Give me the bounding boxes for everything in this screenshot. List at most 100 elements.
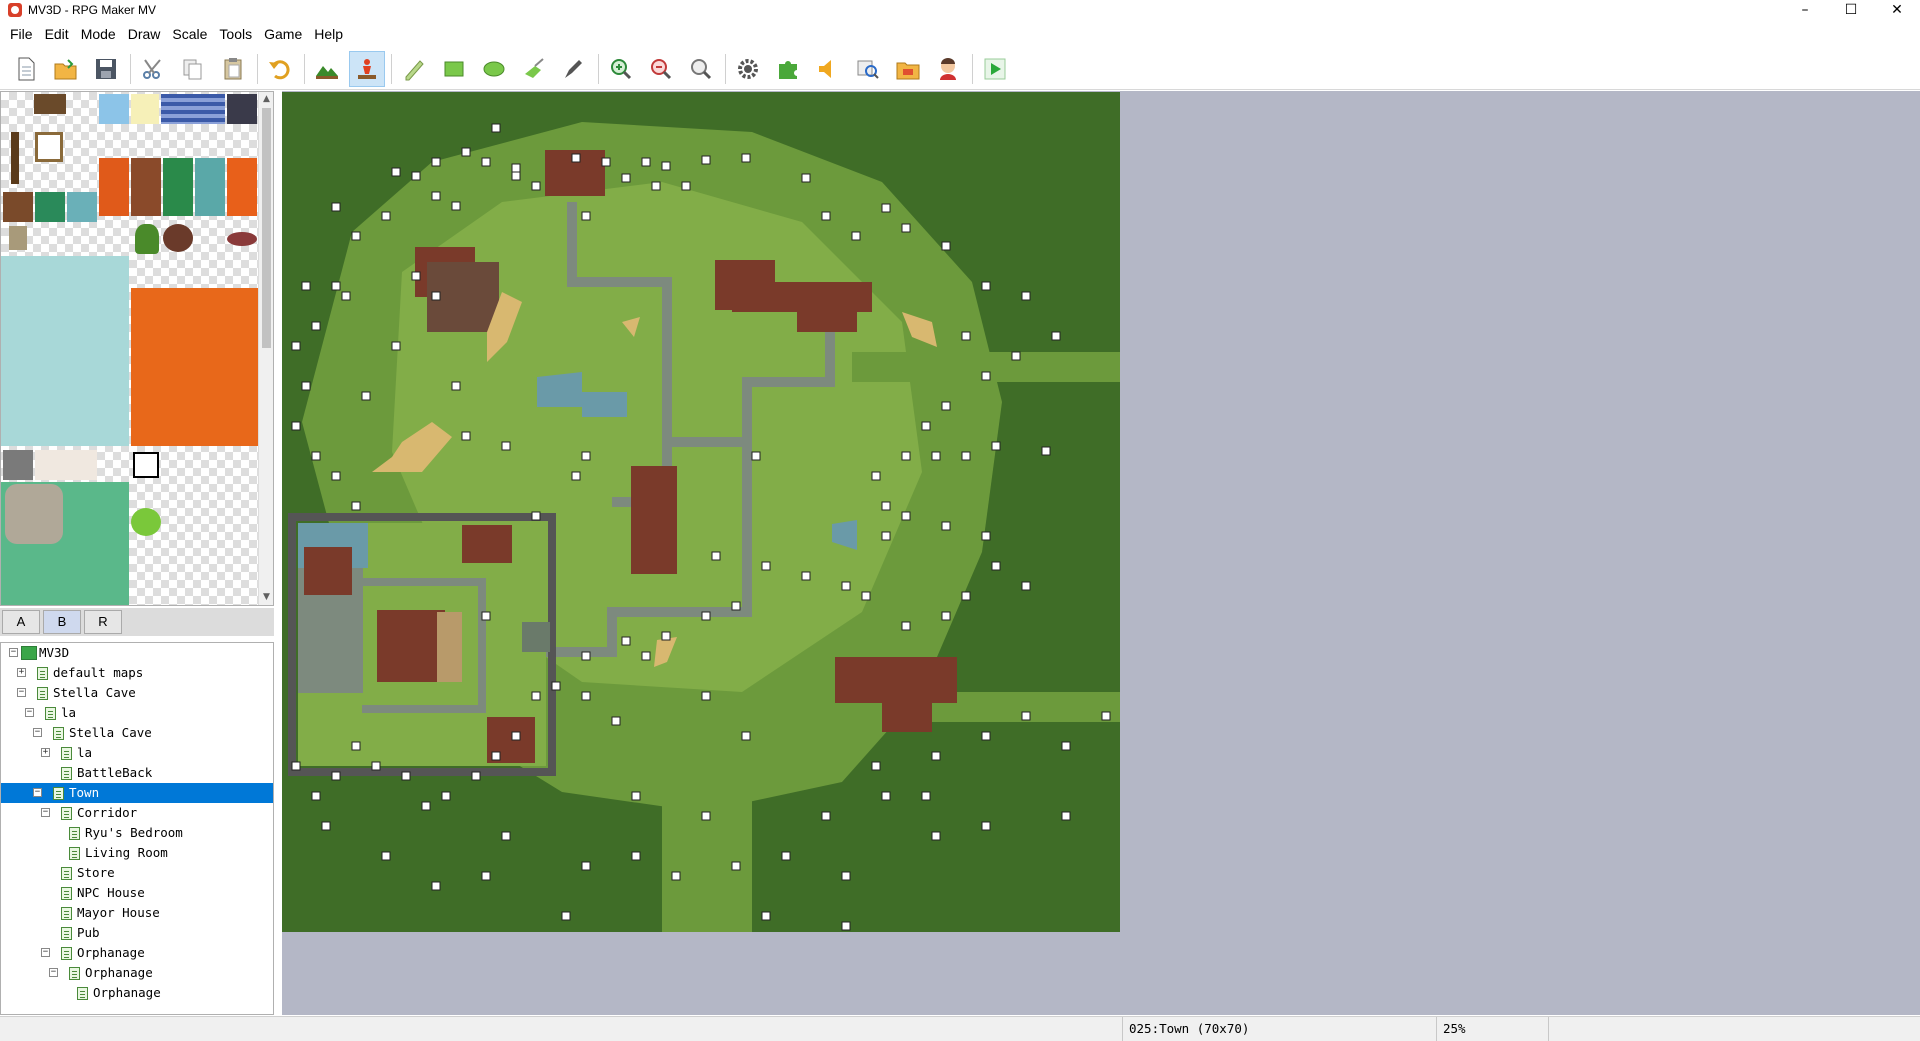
new-project-button[interactable] <box>8 51 44 87</box>
event-marker[interactable] <box>731 601 741 611</box>
event-marker[interactable] <box>301 381 311 391</box>
event-marker[interactable] <box>741 153 751 163</box>
paste-button[interactable] <box>215 51 251 87</box>
event-marker[interactable] <box>711 551 721 561</box>
event-marker[interactable] <box>411 171 421 181</box>
map-tree-item[interactable]: Store <box>1 863 273 883</box>
event-marker[interactable] <box>641 651 651 661</box>
tile-teal-rock-wall[interactable] <box>195 158 225 216</box>
event-marker[interactable] <box>871 471 881 481</box>
event-marker[interactable] <box>351 501 361 511</box>
event-marker[interactable] <box>991 441 1001 451</box>
tab-r[interactable]: R <box>84 610 122 634</box>
tile-sky-blue-fill[interactable] <box>1 256 129 446</box>
event-marker[interactable] <box>451 201 461 211</box>
event-marker[interactable] <box>621 173 631 183</box>
menu-file[interactable]: File <box>4 22 39 46</box>
event-marker[interactable] <box>981 281 991 291</box>
event-marker[interactable] <box>311 321 321 331</box>
collapse-icon[interactable]: − <box>41 808 50 817</box>
event-marker[interactable] <box>641 157 651 167</box>
event-marker[interactable] <box>961 451 971 461</box>
event-marker[interactable] <box>611 716 621 726</box>
event-marker[interactable] <box>981 531 991 541</box>
map-tree-item[interactable]: − Corridor <box>1 803 273 823</box>
tile-green-rock-wall[interactable] <box>163 158 193 216</box>
event-marker[interactable] <box>581 451 591 461</box>
event-marker[interactable] <box>581 651 591 661</box>
event-marker[interactable] <box>381 851 391 861</box>
map-tree-item[interactable]: − Town <box>1 783 273 803</box>
event-marker[interactable] <box>921 421 931 431</box>
collapse-icon[interactable]: − <box>33 788 42 797</box>
event-marker[interactable] <box>941 611 951 621</box>
map-tree-item[interactable]: − Orphanage <box>1 963 273 983</box>
event-marker[interactable] <box>481 611 491 621</box>
event-marker[interactable] <box>391 167 401 177</box>
event-marker[interactable] <box>331 471 341 481</box>
event-marker[interactable] <box>291 421 301 431</box>
event-marker[interactable] <box>961 331 971 341</box>
event-marker[interactable] <box>881 791 891 801</box>
event-marker[interactable] <box>671 871 681 881</box>
event-marker[interactable] <box>1061 741 1071 751</box>
map-tree-item[interactable]: Ryu's Bedroom <box>1 823 273 843</box>
event-marker[interactable] <box>431 291 441 301</box>
tile-fish[interactable] <box>227 232 257 246</box>
tile-brown-rock-wall[interactable] <box>131 158 161 216</box>
event-marker[interactable] <box>531 511 541 521</box>
event-marker[interactable] <box>421 801 431 811</box>
event-marker[interactable] <box>901 511 911 521</box>
zoom-in-button[interactable] <box>603 51 639 87</box>
event-searcher-button[interactable] <box>850 51 886 87</box>
event-marker[interactable] <box>981 821 991 831</box>
event-marker[interactable] <box>461 147 471 157</box>
event-marker[interactable] <box>901 621 911 631</box>
tab-a[interactable]: A <box>2 610 40 634</box>
event-marker[interactable] <box>331 281 341 291</box>
event-marker[interactable] <box>851 231 861 241</box>
menu-draw[interactable]: Draw <box>122 22 167 46</box>
event-marker[interactable] <box>441 791 451 801</box>
event-marker[interactable] <box>511 163 521 173</box>
event-marker[interactable] <box>561 911 571 921</box>
tile-brown-brick[interactable] <box>3 192 33 222</box>
collapse-icon[interactable]: − <box>17 688 26 697</box>
event-marker[interactable] <box>841 921 851 931</box>
tile-green-brick[interactable] <box>35 192 65 222</box>
rectangle-tool-button[interactable] <box>436 51 472 87</box>
event-marker[interactable] <box>351 741 361 751</box>
event-marker[interactable] <box>1051 331 1061 341</box>
event-marker[interactable] <box>881 501 891 511</box>
tileset-palette[interactable]: ▲ ▼ <box>0 91 274 606</box>
tile-water-splash[interactable] <box>99 94 129 124</box>
tile-cursor-marker[interactable] <box>133 452 159 478</box>
collapse-icon[interactable]: − <box>49 968 58 977</box>
event-marker[interactable] <box>661 631 671 641</box>
event-marker[interactable] <box>491 123 501 133</box>
event-marker[interactable] <box>311 791 321 801</box>
event-marker[interactable] <box>921 791 931 801</box>
event-marker[interactable] <box>531 181 541 191</box>
map-mode-button[interactable] <box>309 51 345 87</box>
database-button[interactable] <box>730 51 766 87</box>
event-marker[interactable] <box>661 161 671 171</box>
map-tree-item[interactable]: Pub <box>1 923 273 943</box>
event-marker[interactable] <box>601 157 611 167</box>
zoom-out-button[interactable] <box>643 51 679 87</box>
event-marker[interactable] <box>451 381 461 391</box>
menu-scale[interactable]: Scale <box>166 22 213 46</box>
event-marker[interactable] <box>901 451 911 461</box>
event-marker[interactable] <box>501 831 511 841</box>
minimize-button[interactable]: – <box>1782 0 1828 20</box>
flood-fill-tool-button[interactable] <box>516 51 552 87</box>
event-marker[interactable] <box>801 173 811 183</box>
copy-button[interactable] <box>175 51 211 87</box>
tile-teal-brick[interactable] <box>67 192 97 222</box>
cut-button[interactable] <box>135 51 171 87</box>
tileset-scrollbar[interactable]: ▲ ▼ <box>258 92 273 605</box>
map-tree-item[interactable]: − MV3D <box>1 643 273 663</box>
save-project-button[interactable] <box>88 51 124 87</box>
event-marker[interactable] <box>321 821 331 831</box>
menu-tools[interactable]: Tools <box>213 22 258 46</box>
